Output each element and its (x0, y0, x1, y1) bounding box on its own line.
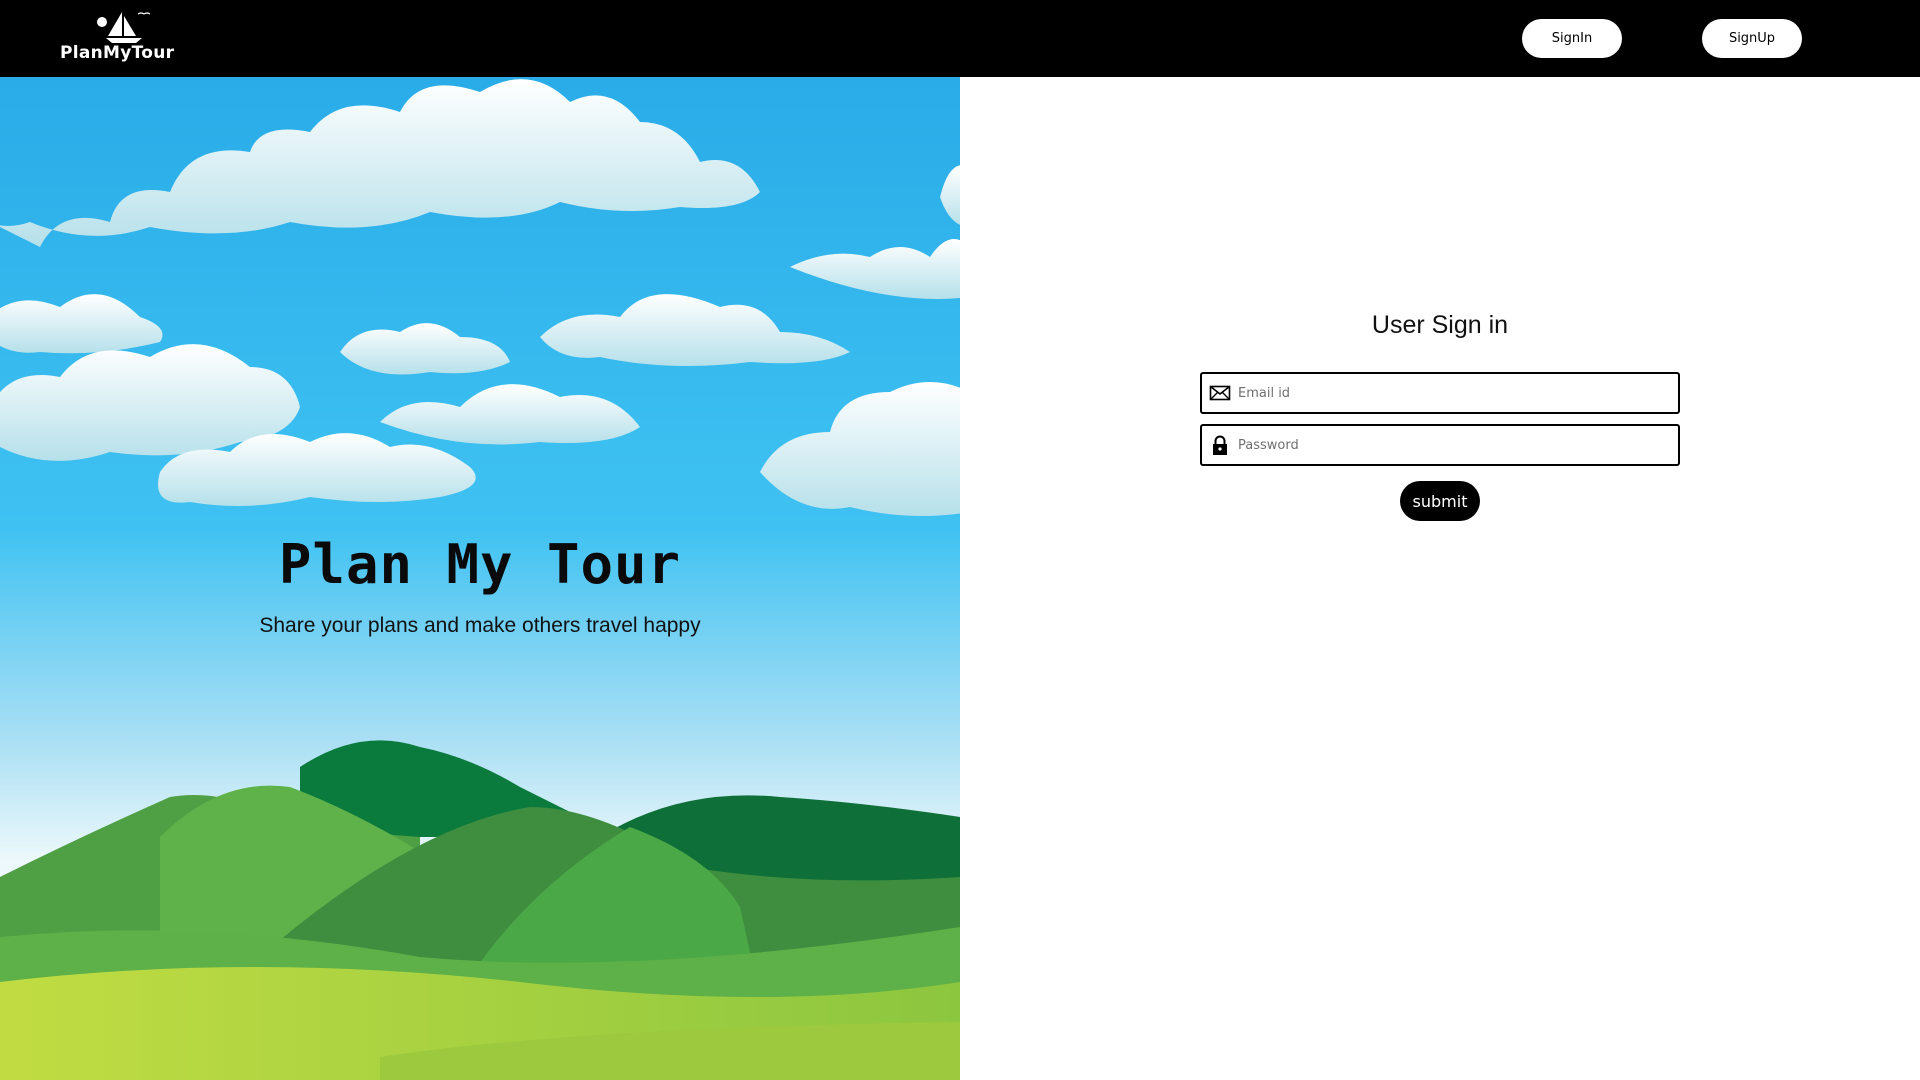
logo-text: PlanMyTour (60, 43, 175, 63)
submit-button[interactable]: submit (1400, 481, 1480, 521)
signin-nav-button[interactable]: SignIn (1522, 19, 1622, 58)
email-field[interactable] (1200, 372, 1680, 414)
hero-subtitle: Share your plans and make others travel … (259, 614, 701, 637)
signup-nav-button[interactable]: SignUp (1702, 19, 1802, 58)
lock-icon (1213, 435, 1227, 455)
hero-panel: Plan My Tour Share your plans and make o… (0, 77, 960, 1080)
email-input[interactable] (1238, 374, 1674, 412)
hero-title: Plan My Tour (278, 533, 682, 596)
sailboat-icon (97, 12, 151, 43)
top-navbar: PlanMyTour SignIn SignUp (0, 0, 1920, 77)
envelope-icon (1209, 385, 1231, 401)
password-input[interactable] (1238, 426, 1674, 464)
logo[interactable]: PlanMyTour (58, 8, 190, 64)
password-field[interactable] (1200, 424, 1680, 466)
signin-title: User Sign in (1371, 311, 1509, 339)
